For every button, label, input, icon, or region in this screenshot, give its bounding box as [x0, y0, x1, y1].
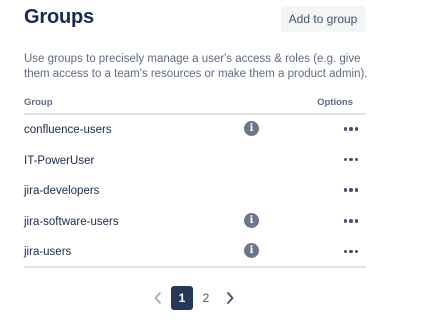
table-row: jira-developers [24, 176, 366, 207]
group-name[interactable]: jira-developers [24, 185, 99, 197]
more-options-icon[interactable] [342, 212, 360, 230]
groups-table-body: confluence-users i IT-PowerUser jira-dev… [24, 115, 366, 268]
table-row: jira-software-users i [24, 207, 366, 238]
more-options-icon[interactable] [342, 242, 360, 260]
page-button[interactable]: 2 [195, 286, 217, 310]
chevron-left-icon[interactable] [150, 288, 166, 308]
group-name[interactable]: jira-users [24, 246, 71, 258]
more-options-icon[interactable] [342, 120, 360, 138]
add-to-group-button[interactable]: Add to group [281, 6, 365, 32]
more-options-icon[interactable] [342, 181, 360, 199]
table-row: confluence-users i [24, 115, 366, 146]
column-header-options: Options [317, 97, 353, 108]
more-options-icon[interactable] [342, 151, 360, 169]
info-icon[interactable]: i [244, 243, 259, 259]
description-text: Use groups to precisely manage a user's … [24, 53, 368, 80]
info-icon[interactable]: i [244, 212, 259, 228]
group-name[interactable]: confluence-users [24, 124, 112, 136]
table-header: Group Options [24, 97, 366, 115]
group-name[interactable]: jira-software-users [24, 216, 119, 228]
table-row: IT-PowerUser [24, 146, 366, 177]
info-icon[interactable]: i [244, 121, 259, 136]
pagination: 1 2 [150, 286, 240, 310]
group-name[interactable]: IT-PowerUser [24, 155, 94, 167]
page-button-current[interactable]: 1 [171, 286, 193, 310]
column-header-group: Group [24, 97, 53, 108]
chevron-right-icon[interactable] [222, 288, 238, 308]
table-row: jira-users i [24, 237, 366, 268]
page-title: Groups [24, 6, 94, 28]
table-divider [24, 266, 366, 268]
